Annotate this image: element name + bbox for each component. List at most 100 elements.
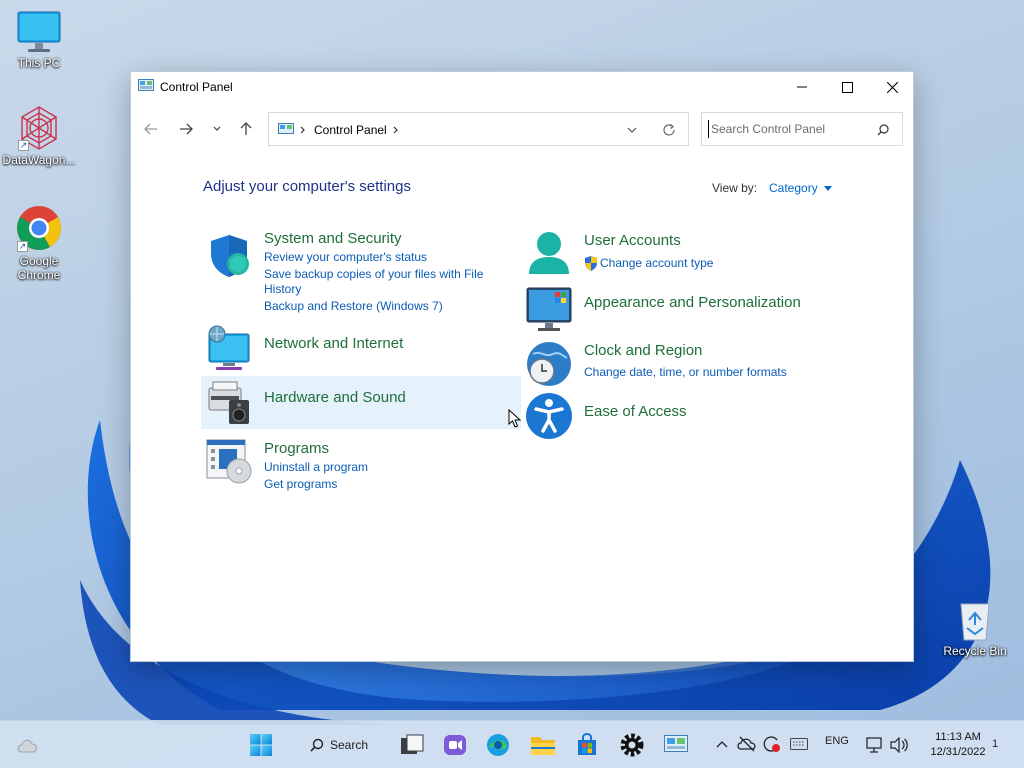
chevron-right-icon[interactable] <box>393 126 399 134</box>
category-title[interactable]: User Accounts <box>584 232 681 249</box>
settings-button[interactable] <box>616 729 648 761</box>
search-icon[interactable] <box>877 124 889 136</box>
file-explorer-button[interactable] <box>527 729 559 761</box>
minimize-button[interactable] <box>779 72 825 102</box>
recording-icon[interactable] <box>762 735 782 753</box>
desktop-icon-this-pc[interactable]: This PC <box>0 10 78 70</box>
edge-button[interactable] <box>482 729 514 761</box>
programs-icon <box>206 439 252 484</box>
link-uninstall-program[interactable]: Uninstall a program <box>264 460 368 475</box>
link-review-status[interactable]: Review your computer's status <box>264 250 427 265</box>
view-by-value: Category <box>769 181 818 195</box>
desktop-icon-label: This PC <box>17 56 61 70</box>
input-language-indicator[interactable]: ENG <box>825 735 849 747</box>
network-icon[interactable] <box>866 737 884 753</box>
forward-button[interactable] <box>174 118 198 140</box>
appearance-monitor-icon <box>526 287 572 331</box>
maximize-icon <box>841 81 853 93</box>
category-title[interactable]: Hardware and Sound <box>264 389 406 406</box>
shortcut-arrow-icon: ↗ <box>17 241 28 252</box>
chevron-right-icon <box>300 126 305 134</box>
recent-locations-button[interactable] <box>205 118 229 140</box>
weather-cloud-icon <box>17 739 38 753</box>
widgets-button[interactable] <box>12 729 44 761</box>
taskbar-search-label: Search <box>330 738 369 752</box>
taskbar: Search ENG 11:13 AM 12/31/2022 1 <box>0 720 1024 768</box>
edge-icon <box>487 734 509 756</box>
minimize-icon <box>797 86 807 88</box>
category-title[interactable]: Programs <box>264 440 329 457</box>
navigation-bar: Control Panel <box>131 112 913 146</box>
monitor-icon <box>17 11 61 52</box>
microsoft-store-button[interactable] <box>571 729 603 761</box>
clock-date: 12/31/2022 <box>930 746 986 758</box>
address-bar[interactable]: Control Panel <box>268 112 689 146</box>
link-backup-restore[interactable]: Backup and Restore (Windows 7) <box>264 299 443 314</box>
control-panel-icon <box>664 735 688 752</box>
category-title[interactable]: Ease of Access <box>584 403 687 420</box>
category-title[interactable]: Appearance and Personalization <box>584 294 801 311</box>
desktop-icon-recycle-bin[interactable]: Recycle Bin <box>936 598 1014 658</box>
chevron-down-icon[interactable] <box>627 127 637 133</box>
chevron-down-icon <box>213 126 221 131</box>
link-change-account-type[interactable]: Change account type <box>600 256 713 271</box>
back-button[interactable] <box>139 118 163 140</box>
keyboard-icon[interactable] <box>790 738 808 750</box>
uac-shield-icon <box>585 256 597 271</box>
folder-icon <box>531 737 555 755</box>
desktop-icon-google-chrome[interactable]: ↗ Google Chrome <box>0 204 78 282</box>
control-panel-taskbar-button[interactable] <box>660 729 692 761</box>
link-get-programs[interactable]: Get programs <box>264 477 337 492</box>
control-panel-icon <box>278 123 294 134</box>
category-title[interactable]: System and Security <box>264 230 402 247</box>
control-panel-icon <box>138 79 154 91</box>
desktop-icon-label: Google Chrome <box>17 254 61 282</box>
user-icon <box>529 232 569 274</box>
gear-icon <box>620 733 644 757</box>
onedrive-offline-icon[interactable] <box>737 736 757 752</box>
up-button[interactable] <box>234 118 258 140</box>
recycle-bin-icon <box>960 603 990 641</box>
task-view-icon <box>401 734 424 754</box>
breadcrumb-control-panel[interactable]: Control Panel <box>314 123 387 137</box>
accessibility-icon <box>526 393 572 439</box>
arrow-left-icon <box>144 123 157 135</box>
show-hidden-icons-icon[interactable] <box>716 740 728 748</box>
clock-globe-icon <box>527 342 571 386</box>
task-view-button[interactable] <box>396 729 428 761</box>
link-save-backup[interactable]: Save backup copies of your files with Fi… <box>264 267 483 282</box>
category-title[interactable]: Clock and Region <box>584 342 702 359</box>
arrow-right-icon <box>180 123 193 135</box>
caret-down-icon <box>823 185 832 191</box>
start-button[interactable] <box>245 729 277 761</box>
shield-icon <box>211 235 249 277</box>
taskbar-search-button[interactable]: Search <box>296 731 380 759</box>
desktop-icon-label: DataWagon... <box>2 153 76 167</box>
maximize-button[interactable] <box>824 72 870 102</box>
clock-time: 11:13 AM <box>935 731 981 743</box>
category-title[interactable]: Network and Internet <box>264 335 403 352</box>
search-box[interactable] <box>701 112 903 146</box>
clock[interactable]: 11:13 AM 12/31/2022 <box>918 730 998 760</box>
chat-button[interactable] <box>439 729 471 761</box>
store-icon <box>578 733 596 755</box>
control-panel-window: Control Panel Control Panel Search Contr… <box>130 71 914 662</box>
desktop-icon-datawagon[interactable]: ↗ DataWagon... <box>0 105 78 167</box>
page-title: Adjust your computer's settings <box>203 178 411 195</box>
view-by-dropdown[interactable]: Category <box>769 181 832 195</box>
volume-icon[interactable] <box>890 737 908 753</box>
refresh-icon[interactable] <box>662 123 676 137</box>
mouse-cursor-icon <box>508 409 522 428</box>
search-icon <box>310 738 324 752</box>
view-by-label: View by: <box>712 181 758 195</box>
notification-badge[interactable]: 1 <box>992 738 998 750</box>
network-globe-icon <box>208 325 250 370</box>
link-change-date-formats[interactable]: Change date, time, or number formats <box>584 365 787 380</box>
arrow-up-icon <box>240 122 252 135</box>
shortcut-arrow-icon: ↗ <box>18 140 29 151</box>
windows-logo-icon <box>250 734 272 756</box>
close-button[interactable] <box>869 72 915 102</box>
link-save-backup-cont[interactable]: History <box>264 282 301 297</box>
search-input[interactable] <box>708 120 868 138</box>
title-bar[interactable]: Control Panel <box>131 72 913 102</box>
